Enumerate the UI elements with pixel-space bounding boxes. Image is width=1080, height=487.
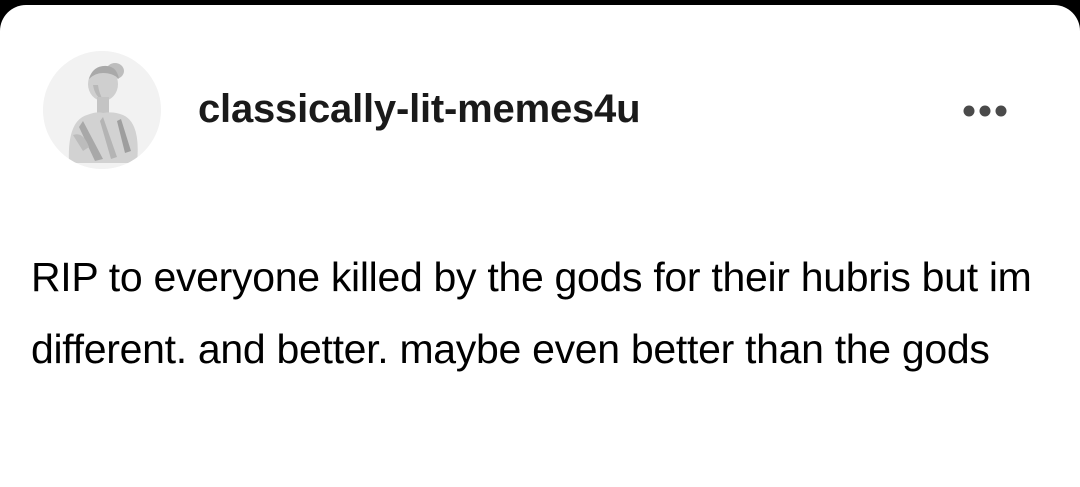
avatar[interactable] xyxy=(43,51,161,169)
ellipsis-icon xyxy=(963,105,1007,117)
post-text: RIP to everyone killed by the gods for t… xyxy=(31,254,1032,372)
post-card: classically-lit-memes4u RIP to everyone … xyxy=(0,5,1080,487)
classical-bust-icon xyxy=(43,51,161,169)
more-options-button[interactable] xyxy=(950,93,1020,129)
username[interactable]: classically-lit-memes4u xyxy=(198,85,641,133)
post-body: RIP to everyone killed by the gods for t… xyxy=(31,241,1051,385)
